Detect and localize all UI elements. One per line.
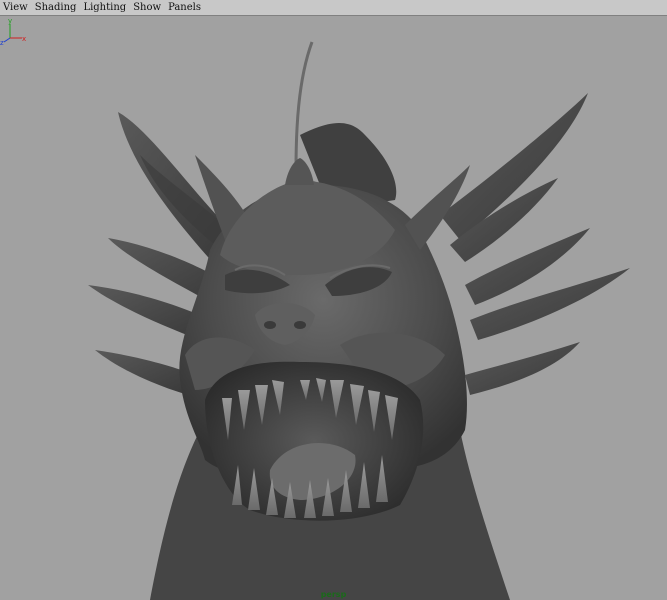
menu-shading[interactable]: Shading — [32, 1, 81, 15]
antenna-base — [285, 158, 314, 185]
menu-view[interactable]: View — [0, 1, 32, 15]
axis-gizmo: y x z — [0, 17, 26, 46]
menu-lighting[interactable]: Lighting — [80, 1, 130, 15]
menu-panels[interactable]: Panels — [165, 1, 205, 15]
camera-name-label: persp — [320, 590, 347, 599]
menu-show[interactable]: Show — [130, 1, 165, 15]
monster-head-model — [88, 41, 630, 600]
maya-viewport-window: View Shading Lighting Show Panels y x z … — [0, 0, 667, 600]
perspective-viewport[interactable]: y x z persp — [0, 16, 667, 600]
spike-right-5 — [465, 342, 580, 395]
axis-z-label: z — [0, 39, 4, 46]
panel-menubar: View Shading Lighting Show Panels — [0, 0, 667, 16]
axis-x-label: x — [22, 35, 26, 43]
axis-y-label: y — [8, 17, 12, 25]
